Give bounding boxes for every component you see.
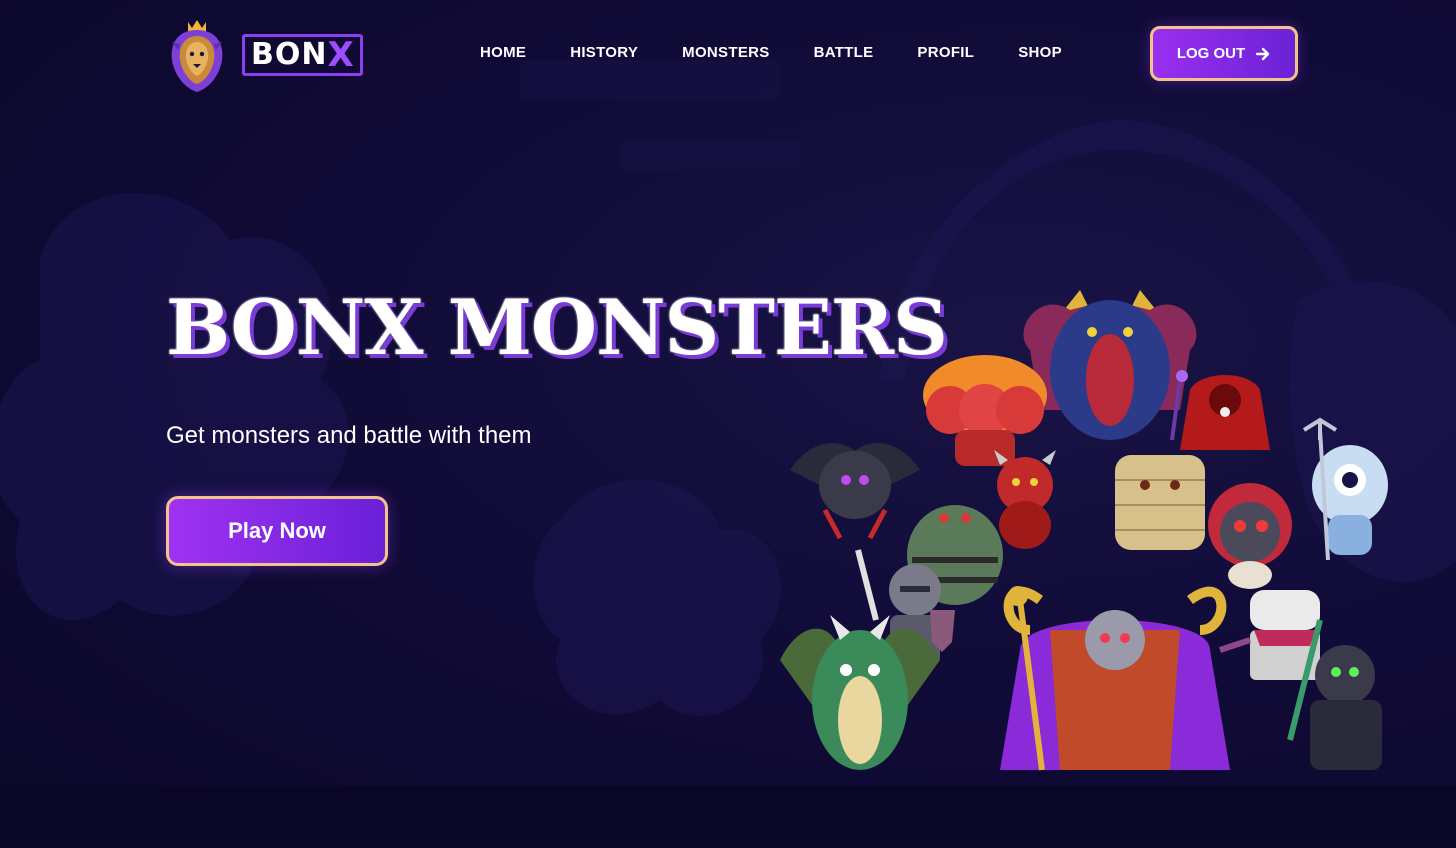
lion-crest-icon	[171, 20, 223, 92]
cyclops-monster	[1302, 417, 1388, 561]
logout-button[interactable]: LOG OUT	[1150, 26, 1298, 81]
nav-item-shop[interactable]: SHOP	[1018, 42, 1062, 63]
spiky-creature-monster	[1208, 483, 1292, 589]
arrow-right-icon	[1255, 47, 1270, 60]
nav-item-battle[interactable]: BATTLE	[814, 42, 874, 63]
landing-page: BON X HOME HISTORY MONSTERS BATTLE PROFI…	[0, 0, 1456, 848]
brand-wordmark: BON X	[242, 34, 363, 76]
blue-dragon-monster	[1023, 290, 1197, 440]
bat-demon-monster	[790, 443, 920, 540]
hooded-mage-monster	[1170, 370, 1270, 450]
footer-strip	[0, 786, 1456, 848]
nav-item-monsters[interactable]: MONSTERS	[682, 42, 769, 63]
play-now-button[interactable]: Play Now	[166, 496, 388, 566]
brand-logo[interactable]: BON X	[166, 16, 363, 94]
brand-name-accent: X	[327, 35, 354, 75]
main-nav: HOME HISTORY MONSTERS BATTLE PROFIL SHOP	[480, 42, 1062, 63]
green-dragon-monster	[780, 615, 940, 770]
brand-name-main: BON	[251, 37, 328, 72]
nav-item-home[interactable]: HOME	[480, 42, 526, 63]
stone-golem-monster	[1115, 455, 1205, 550]
nav-item-history[interactable]: HISTORY	[570, 42, 638, 63]
logout-label: LOG OUT	[1176, 45, 1246, 62]
mimic-chest-monster	[1219, 590, 1320, 680]
nav-item-profil[interactable]: PROFIL	[917, 42, 974, 63]
hero-subtitle: Get monsters and battle with them	[166, 422, 532, 449]
dark-overlord-monster	[1000, 586, 1230, 771]
three-headed-beast-monster	[923, 355, 1047, 466]
monster-group-illustration	[780, 290, 1388, 771]
